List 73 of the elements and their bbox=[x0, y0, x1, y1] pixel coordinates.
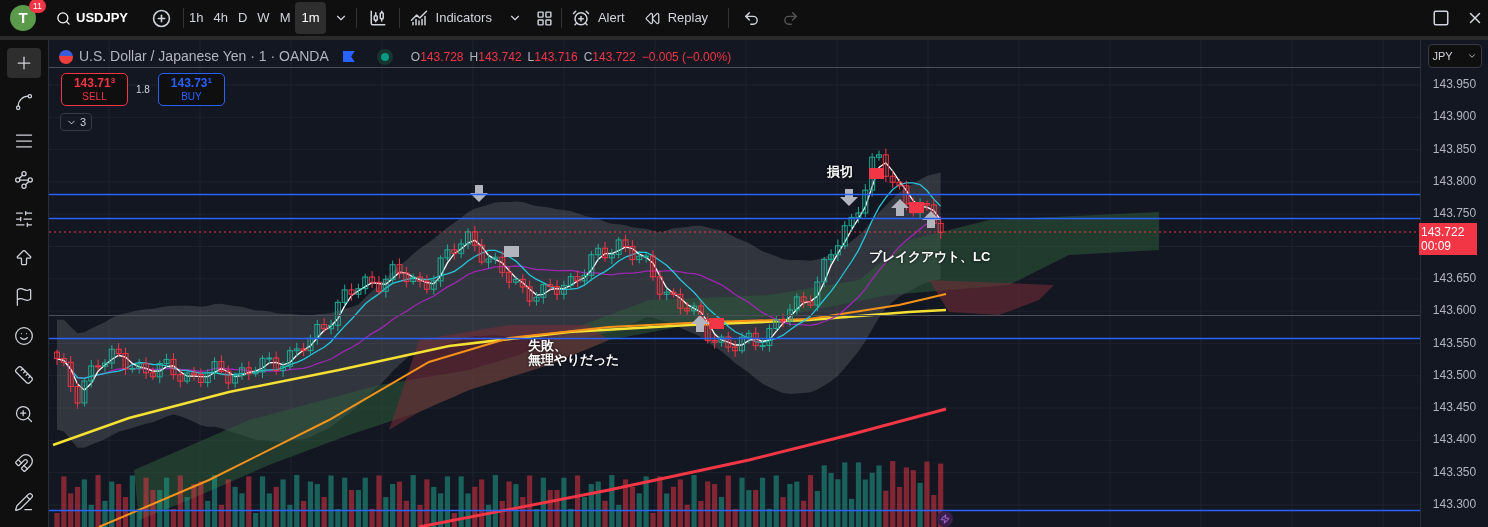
indicators-icon bbox=[409, 9, 428, 27]
arrow-up-icon bbox=[922, 211, 940, 228]
chart-annotation: 失敗、 無理やりだった bbox=[528, 339, 619, 367]
lightning-icon bbox=[937, 511, 953, 527]
flag-icon bbox=[14, 287, 34, 307]
price-label: 143.350 bbox=[1432, 463, 1477, 481]
symbol-title: U.S. Dollar / Japanese Yen · 1 · OANDA bbox=[79, 47, 329, 66]
price-label: 143.400 bbox=[1432, 431, 1477, 449]
pattern-icon bbox=[14, 170, 34, 190]
ohlc-value: O143.728 bbox=[410, 48, 464, 66]
trade-marker-icon bbox=[504, 246, 519, 257]
undo-icon[interactable] bbox=[743, 9, 761, 27]
ohlc-value: C143.722 bbox=[583, 48, 636, 66]
arrow-down-icon bbox=[470, 185, 488, 202]
interval-button[interactable]: 1h bbox=[184, 2, 209, 34]
smiley-icon bbox=[14, 326, 34, 346]
price-label: 143.600 bbox=[1432, 302, 1477, 320]
chart-annotation: ブレイクアウト、LC bbox=[869, 250, 991, 264]
zoom-in-icon bbox=[14, 404, 34, 424]
search-icon bbox=[56, 10, 71, 26]
price-change: −0.005 (−0.00%) bbox=[641, 48, 732, 66]
currency-dropdown[interactable]: JPY bbox=[1427, 44, 1482, 68]
chart-annotation: 損切 bbox=[827, 165, 853, 179]
price-label: 143.900 bbox=[1432, 108, 1477, 126]
candlestick-icon[interactable] bbox=[368, 9, 387, 27]
interval-button[interactable]: 4h bbox=[208, 2, 233, 34]
trade-marker-icon bbox=[709, 318, 724, 329]
layout-grid-icon[interactable] bbox=[535, 9, 553, 27]
trade-marker-icon bbox=[909, 202, 924, 213]
ruler-icon bbox=[14, 365, 34, 385]
sell-button[interactable]: 143.71$^{3}$ SELL bbox=[61, 73, 128, 106]
interval-button[interactable]: 1m bbox=[295, 2, 326, 34]
buy-button[interactable]: 143.73$^{1}$ BUY bbox=[157, 73, 225, 106]
arrow-up-icon bbox=[14, 248, 34, 268]
alarm-clock-icon bbox=[571, 9, 590, 27]
arrow-up-icon bbox=[891, 199, 909, 216]
price-label: 143.800 bbox=[1432, 173, 1477, 191]
last-price-tag: 143.722 00:09 bbox=[1419, 223, 1477, 256]
magnet-icon bbox=[14, 453, 34, 473]
price-label: 143.750 bbox=[1432, 205, 1477, 223]
rewind-icon bbox=[644, 10, 660, 26]
indicators-toggle[interactable]: 3 bbox=[60, 113, 93, 131]
price-label: 143.850 bbox=[1432, 140, 1477, 158]
notification-badge: 11 bbox=[28, 0, 46, 13]
interval-button[interactable]: W bbox=[252, 2, 275, 34]
price-label: 143.550 bbox=[1432, 334, 1477, 352]
trade-marker-icon bbox=[869, 168, 884, 179]
price-label: 143.500 bbox=[1432, 366, 1477, 384]
spread-value: 1.8 bbox=[136, 83, 150, 97]
interval-button[interactable]: D bbox=[232, 2, 253, 34]
ohlc-value: H143.742 bbox=[469, 48, 522, 66]
alert-button[interactable]: Alert bbox=[561, 8, 635, 28]
symbol-search-button[interactable]: USDJPY bbox=[48, 8, 137, 28]
price-label: 143.300 bbox=[1432, 496, 1477, 513]
replay-button[interactable]: Replay bbox=[634, 8, 719, 28]
fib-levels-icon bbox=[14, 209, 34, 229]
redo-icon[interactable] bbox=[782, 9, 800, 27]
price-label: 143.450 bbox=[1432, 399, 1477, 417]
ohlc-value: L143.716 bbox=[527, 48, 578, 66]
price-label: 143.650 bbox=[1432, 269, 1477, 287]
trend-line-icon bbox=[14, 92, 34, 112]
flag-us-icon bbox=[59, 49, 73, 64]
pencil-icon bbox=[14, 492, 34, 512]
indicators-button[interactable]: Indicators bbox=[399, 8, 502, 28]
interval-button[interactable]: M bbox=[274, 2, 296, 34]
arrow-down-icon bbox=[840, 189, 858, 206]
market-open-icon bbox=[376, 48, 393, 65]
bookmark-icon bbox=[342, 51, 355, 62]
chevron-down-icon bbox=[1466, 51, 1477, 61]
price-label: 143.950 bbox=[1432, 76, 1477, 94]
arrow-up-icon bbox=[691, 315, 709, 332]
add-symbol-icon[interactable] bbox=[152, 8, 172, 28]
maximize-icon[interactable] bbox=[1432, 9, 1450, 27]
